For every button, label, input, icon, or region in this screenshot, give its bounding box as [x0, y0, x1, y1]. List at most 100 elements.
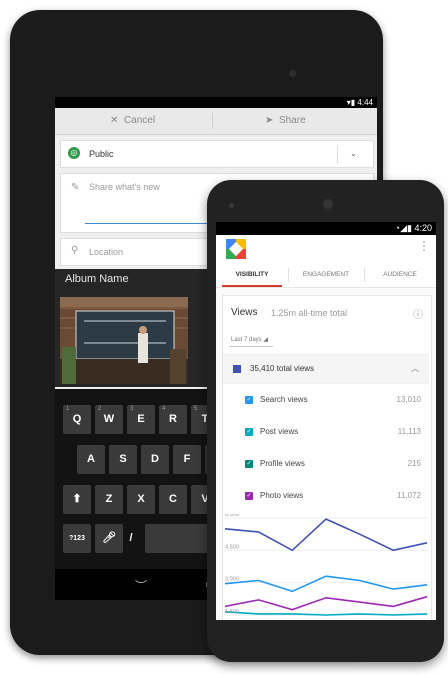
send-icon: ➤	[265, 115, 274, 126]
slash-key[interactable]: /	[117, 524, 145, 553]
views-card: Views 1.25m all-time total ⓘ Last 7 days…	[222, 295, 432, 620]
y-tick-label: 4,500	[225, 544, 239, 550]
share-button[interactable]: ➤ Share	[265, 108, 306, 134]
row-label: Post views	[260, 427, 299, 436]
views-title: Views	[231, 307, 258, 318]
y-tick-label: 3,000	[225, 577, 239, 583]
tablet-status-bar: ▾▮ 4:44	[55, 97, 377, 108]
pencil-icon: ✎	[71, 182, 80, 193]
phone-device: ◔◢▮ 4:20 ⋮ VISIBILITY ENGAGEMENT AUDIENC…	[207, 180, 444, 662]
key-x[interactable]: X	[127, 485, 155, 514]
tab-engagement[interactable]: ENGAGEMENT	[288, 263, 364, 287]
key-hint: 4	[162, 406, 166, 412]
album-photo[interactable]	[60, 297, 188, 384]
checkbox-checked-icon[interactable]: ✓	[245, 460, 253, 468]
key-hint: 5	[194, 406, 198, 412]
key-a[interactable]: A	[77, 445, 105, 474]
location-pin-icon: ⚲	[71, 245, 79, 256]
row-value: 215	[407, 459, 421, 468]
series-line	[224, 575, 428, 593]
row-label: Photo views	[260, 491, 304, 500]
key-e[interactable]: 3E	[127, 405, 155, 434]
mic-icon: 🎤︎	[102, 532, 116, 544]
views-subtitle: 1.25m all-time total	[271, 308, 348, 318]
key-d[interactable]: D	[141, 445, 169, 474]
signal-icon: ◢	[400, 223, 407, 233]
checkbox-checked-icon[interactable]: ✓	[245, 428, 253, 436]
list-item-search-views[interactable]: ✓ Search views 13,010	[223, 384, 429, 416]
tab-bar: VISIBILITY ENGAGEMENT AUDIENCE	[216, 263, 436, 288]
date-range-selector[interactable]: Last 7 days ◢	[231, 336, 268, 343]
key-f[interactable]: F	[173, 445, 201, 474]
tablet-status-time: 4:44	[357, 98, 373, 107]
info-icon[interactable]: ⓘ	[413, 306, 423, 321]
key-z[interactable]: Z	[95, 485, 123, 514]
key-label: W	[103, 413, 115, 425]
tab-audience[interactable]: AUDIENCE	[364, 263, 436, 287]
checkbox-checked-icon[interactable]: ✓	[245, 396, 253, 404]
phone-status-bar: ◔◢▮ 4:20	[216, 222, 436, 235]
phone-camera	[323, 199, 333, 209]
list-item-profile-views[interactable]: ✓ Profile views 215	[223, 448, 429, 480]
close-icon: ✕	[110, 115, 119, 126]
back-nav-icon[interactable]: ︶	[135, 577, 147, 594]
total-views-label: 35,410 total views	[250, 364, 315, 373]
row-value: 11,072	[397, 491, 421, 500]
key-q[interactable]: 1Q	[63, 405, 91, 434]
row-value: 11,113	[397, 427, 421, 436]
key-hint: 2	[98, 406, 102, 412]
tablet-camera	[289, 70, 296, 77]
overflow-menu-icon[interactable]: ⋮	[418, 239, 430, 253]
tab-visibility[interactable]: VISIBILITY	[216, 263, 288, 287]
phone-status-icons: ◔◢▮ 4:20	[395, 222, 432, 235]
phone-screen: ◔◢▮ 4:20 ⋮ VISIBILITY ENGAGEMENT AUDIENC…	[216, 222, 436, 620]
audience-selector[interactable]: ◎ Public ⌄	[60, 140, 374, 168]
row-value: 13,010	[396, 395, 421, 404]
cancel-label: Cancel	[123, 115, 156, 126]
total-views-row[interactable]: 35,410 total views ︿	[223, 354, 429, 384]
globe-icon: ◎	[68, 147, 80, 159]
key-w[interactable]: 2W	[95, 405, 123, 434]
date-range-label: Last 7 days	[231, 337, 262, 343]
symbols-key[interactable]: ?123	[63, 524, 91, 553]
total-views-swatch	[233, 365, 241, 373]
y-tick-label: 6,000	[225, 514, 239, 518]
shift-key[interactable]: ⬆	[63, 485, 91, 514]
key-label: Q	[72, 413, 82, 425]
chart-series	[224, 518, 428, 616]
location-placeholder: Location	[89, 247, 124, 257]
key-r[interactable]: 4R	[159, 405, 187, 434]
album-name: Album Name	[65, 273, 129, 285]
checkbox-checked-icon[interactable]: ✓	[245, 492, 253, 500]
date-range-underline	[229, 346, 273, 347]
phone-status-time: 4:20	[414, 223, 432, 233]
key-hint: 1	[66, 406, 70, 412]
cancel-button[interactable]: ✕ Cancel	[110, 108, 155, 134]
phone-sensor	[229, 203, 234, 208]
dropdown-arrow-icon: ◢	[263, 337, 268, 343]
share-label: Share	[278, 115, 306, 126]
chevron-down-icon[interactable]: ⌄	[350, 141, 357, 167]
active-tab-indicator	[222, 285, 282, 287]
key-s[interactable]: S	[109, 445, 137, 474]
dropdown-divider	[337, 145, 338, 163]
battery-icon: ▮	[407, 223, 412, 233]
tablet-status-icons: ▾▮ 4:44	[347, 97, 373, 108]
key-label: E	[137, 413, 145, 425]
compose-placeholder: Share what's new	[89, 182, 160, 192]
row-label: Profile views	[260, 459, 305, 468]
app-header: ⋮	[216, 235, 436, 263]
battery-icon: ▮	[350, 98, 356, 107]
key-label: R	[169, 413, 177, 425]
app-logo-icon	[226, 239, 246, 259]
audience-label: Public	[89, 149, 114, 159]
series-line	[224, 518, 428, 552]
action-divider	[212, 113, 213, 129]
list-item-photo-views[interactable]: ✓ Photo views 11,072	[223, 480, 429, 512]
key-c[interactable]: C	[159, 485, 187, 514]
views-line-chart: 6,000 4,500 3,000 1,500	[223, 514, 429, 616]
key-hint: 3	[130, 406, 134, 412]
list-item-post-views[interactable]: ✓ Post views 11,113	[223, 416, 429, 448]
share-action-bar: ✕ Cancel ➤ Share	[55, 108, 377, 135]
chevron-up-icon[interactable]: ︿	[411, 355, 419, 383]
